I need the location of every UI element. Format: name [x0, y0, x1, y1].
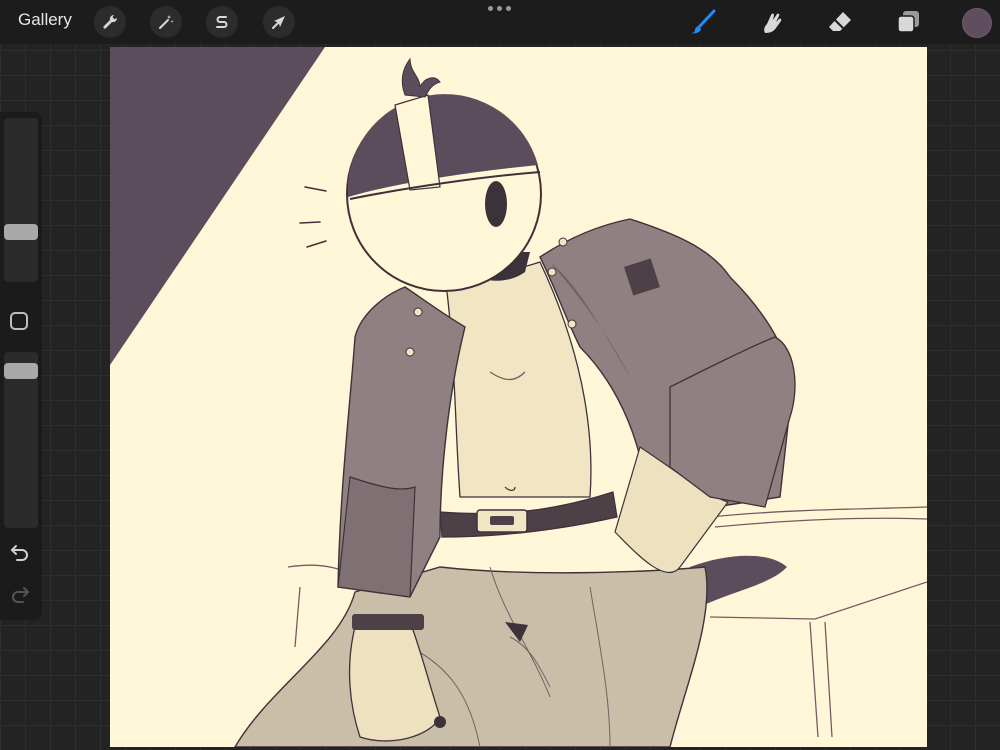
smudge-icon[interactable]: [756, 7, 786, 37]
shadow-wedge: [110, 47, 325, 365]
modifier-square-icon[interactable]: [10, 312, 28, 330]
redo-icon[interactable]: [9, 584, 31, 604]
more-options-icon[interactable]: [488, 6, 511, 11]
undo-icon[interactable]: [9, 542, 31, 562]
top-toolbar: Gallery: [0, 0, 1000, 44]
wristband: [352, 614, 424, 630]
pants: [234, 566, 708, 747]
color-picker-swatch[interactable]: [962, 8, 992, 38]
opacity-handle[interactable]: [4, 363, 38, 379]
eye: [485, 181, 507, 227]
gallery-button[interactable]: Gallery: [18, 10, 72, 30]
hair-tuft: [401, 57, 441, 98]
illustration: [110, 47, 927, 747]
drawing-canvas[interactable]: [110, 47, 927, 747]
belt: [439, 491, 618, 538]
magic-wand-icon[interactable]: [150, 6, 182, 38]
brush-icon[interactable]: [688, 7, 718, 37]
layers-icon[interactable]: [893, 7, 923, 37]
wrench-icon[interactable]: [94, 6, 126, 38]
brush-size-handle[interactable]: [4, 224, 38, 240]
brush-size-slider[interactable]: [4, 118, 38, 282]
sidebar: [0, 112, 42, 620]
selection-s-icon[interactable]: [206, 6, 238, 38]
arrow-cursor-icon[interactable]: [263, 6, 295, 38]
eraser-icon[interactable]: [825, 7, 855, 37]
